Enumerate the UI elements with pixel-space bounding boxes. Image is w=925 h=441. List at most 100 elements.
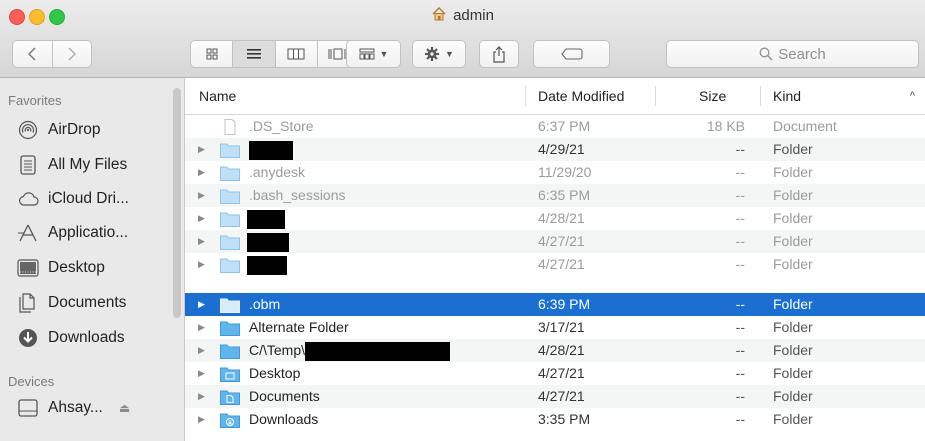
disclosure-triangle-icon[interactable]: ▶ [198, 138, 205, 161]
file-size: -- [735, 365, 745, 381]
disclosure-triangle-icon[interactable]: ▶ [198, 184, 205, 207]
file-name: .anydesk [249, 164, 306, 180]
column-divider[interactable] [655, 86, 656, 106]
desktop-folder-icon [220, 367, 240, 382]
downloads-folder-icon [220, 413, 240, 428]
file-row[interactable]: ▶ Alternate Folder 3/17/21 -- Folder [185, 316, 925, 339]
file-date: 6:37 PM [538, 118, 591, 134]
file-size: -- [735, 187, 745, 203]
file-name: Documents [249, 388, 320, 404]
sidebar-item-ahsay-drive[interactable]: Ahsay... ⏏ [17, 394, 130, 422]
file-size: -- [735, 319, 745, 335]
icon-view-button[interactable] [191, 41, 232, 67]
file-date: 4/28/21 [538, 210, 585, 226]
file-row[interactable]: ▶ .bash_sessions 6:35 PM -- Folder [185, 184, 925, 207]
file-name: .bash_sessions [249, 187, 346, 203]
sidebar-scrollbar[interactable] [173, 88, 181, 318]
disclosure-triangle-icon[interactable]: ▶ [198, 408, 205, 431]
file-row[interactable]: ▶ 4/27/21 -- Folder [185, 253, 925, 276]
file-date: 4/27/21 [538, 233, 585, 249]
applications-icon [18, 224, 37, 242]
airdrop-icon [18, 120, 38, 140]
file-size: -- [735, 233, 745, 249]
disclosure-triangle-icon[interactable]: ▶ [198, 230, 205, 253]
window-title: admin [0, 4, 925, 28]
share-button[interactable] [479, 40, 519, 68]
chevron-right-icon [68, 47, 76, 61]
file-kind: Folder [773, 411, 813, 427]
disclosure-triangle-icon[interactable]: ▶ [198, 253, 205, 276]
column-divider[interactable] [525, 86, 526, 106]
file-row-selected[interactable]: ▶ .obm 6:39 PM -- Folder [185, 293, 925, 316]
file-name [247, 230, 289, 253]
file-date: 11/29/20 [538, 164, 592, 180]
disclosure-triangle-icon[interactable]: ▶ [198, 339, 205, 362]
file-name: .obm [249, 296, 281, 312]
sidebar-item-label: iCloud Dri... [48, 190, 129, 207]
tags-button[interactable] [533, 40, 610, 68]
file-row[interactable]: .DS_Store 6:37 PM 18 KB Document [185, 115, 925, 138]
devices-header: Devices [8, 374, 55, 389]
home-icon [432, 7, 446, 21]
share-icon [493, 45, 505, 63]
column-header-kind[interactable]: Kind [773, 78, 801, 114]
column-header-size[interactable]: Size [699, 78, 726, 114]
folder-icon [220, 143, 240, 158]
sidebar-item-airdrop[interactable]: AirDrop [17, 116, 101, 144]
file-row[interactable]: ▶ Desktop 4/27/21 -- Folder [185, 362, 925, 385]
file-row[interactable]: ▶ 4/28/21 -- Folder [185, 207, 925, 230]
list-view-button[interactable] [232, 41, 275, 67]
search-placeholder: Search [778, 45, 826, 63]
list-view-icon [246, 49, 261, 59]
file-kind: Folder [773, 342, 813, 358]
disclosure-triangle-icon[interactable]: ▶ [198, 385, 205, 408]
sidebar-item-all-my-files[interactable]: All My Files [17, 151, 127, 179]
column-header-name[interactable]: Name [199, 78, 236, 114]
disclosure-triangle-icon[interactable]: ▶ [198, 316, 205, 339]
column-header-row: Name Date Modified Size Kind ^ [185, 78, 925, 115]
documents-folder-icon [220, 390, 240, 405]
sidebar-item-desktop[interactable]: Desktop [17, 254, 105, 282]
file-row[interactable]: ▶ 4/27/21 -- Folder [185, 230, 925, 253]
search-field[interactable]: Search [666, 40, 919, 68]
folder-icon [220, 235, 240, 250]
sidebar-item-applications[interactable]: Applicatio... [17, 219, 128, 247]
file-name [247, 253, 287, 276]
tag-icon [560, 48, 583, 60]
eject-icon[interactable]: ⏏ [119, 401, 130, 415]
title-toolbar: admin ▼ ▼ Search [0, 0, 925, 78]
file-kind: Folder [773, 319, 813, 335]
cloud-icon [18, 192, 39, 206]
file-date: 4/29/21 [538, 141, 585, 157]
chevron-down-icon: ▼ [445, 49, 454, 59]
action-button[interactable]: ▼ [412, 40, 466, 68]
file-kind: Folder [773, 164, 813, 180]
arrange-button[interactable]: ▼ [346, 40, 401, 68]
file-size: -- [735, 256, 745, 272]
drive-icon [18, 399, 38, 417]
forward-button[interactable] [51, 41, 92, 67]
file-row[interactable]: ▶ Downloads 3:35 PM -- Folder [185, 408, 925, 431]
disclosure-triangle-icon[interactable]: ▶ [198, 362, 205, 385]
disclosure-triangle-icon[interactable]: ▶ [198, 207, 205, 230]
file-row[interactable]: ▶ .anydesk 11/29/20 -- Folder [185, 161, 925, 184]
back-button[interactable] [13, 41, 52, 67]
file-date: 6:35 PM [538, 187, 591, 203]
file-size: -- [735, 164, 745, 180]
file-row[interactable]: ▶ Documents 4/27/21 -- Folder [185, 385, 925, 408]
file-row[interactable]: ▶ 4/29/21 -- Folder [185, 138, 925, 161]
sort-ascending-icon[interactable]: ^ [910, 78, 915, 114]
sidebar-item-downloads[interactable]: Downloads [17, 324, 125, 352]
view-mode-control [190, 40, 360, 68]
file-name: Desktop [249, 365, 301, 381]
file-row[interactable]: ▶ C/\Temp\ 4/28/21 -- Folder [185, 339, 925, 362]
file-name: Alternate Folder [249, 319, 349, 335]
column-divider[interactable] [760, 86, 761, 106]
sidebar-item-documents[interactable]: Documents [17, 289, 126, 317]
disclosure-triangle-icon[interactable]: ▶ [198, 161, 205, 184]
column-header-date[interactable]: Date Modified [538, 78, 624, 114]
disclosure-triangle-icon[interactable]: ▶ [198, 293, 205, 316]
sidebar-item-icloud-drive[interactable]: iCloud Dri... [17, 185, 129, 213]
column-view-button[interactable] [274, 41, 317, 67]
finder-window: admin ▼ ▼ Search Favorites AirDrop All M… [0, 0, 925, 441]
